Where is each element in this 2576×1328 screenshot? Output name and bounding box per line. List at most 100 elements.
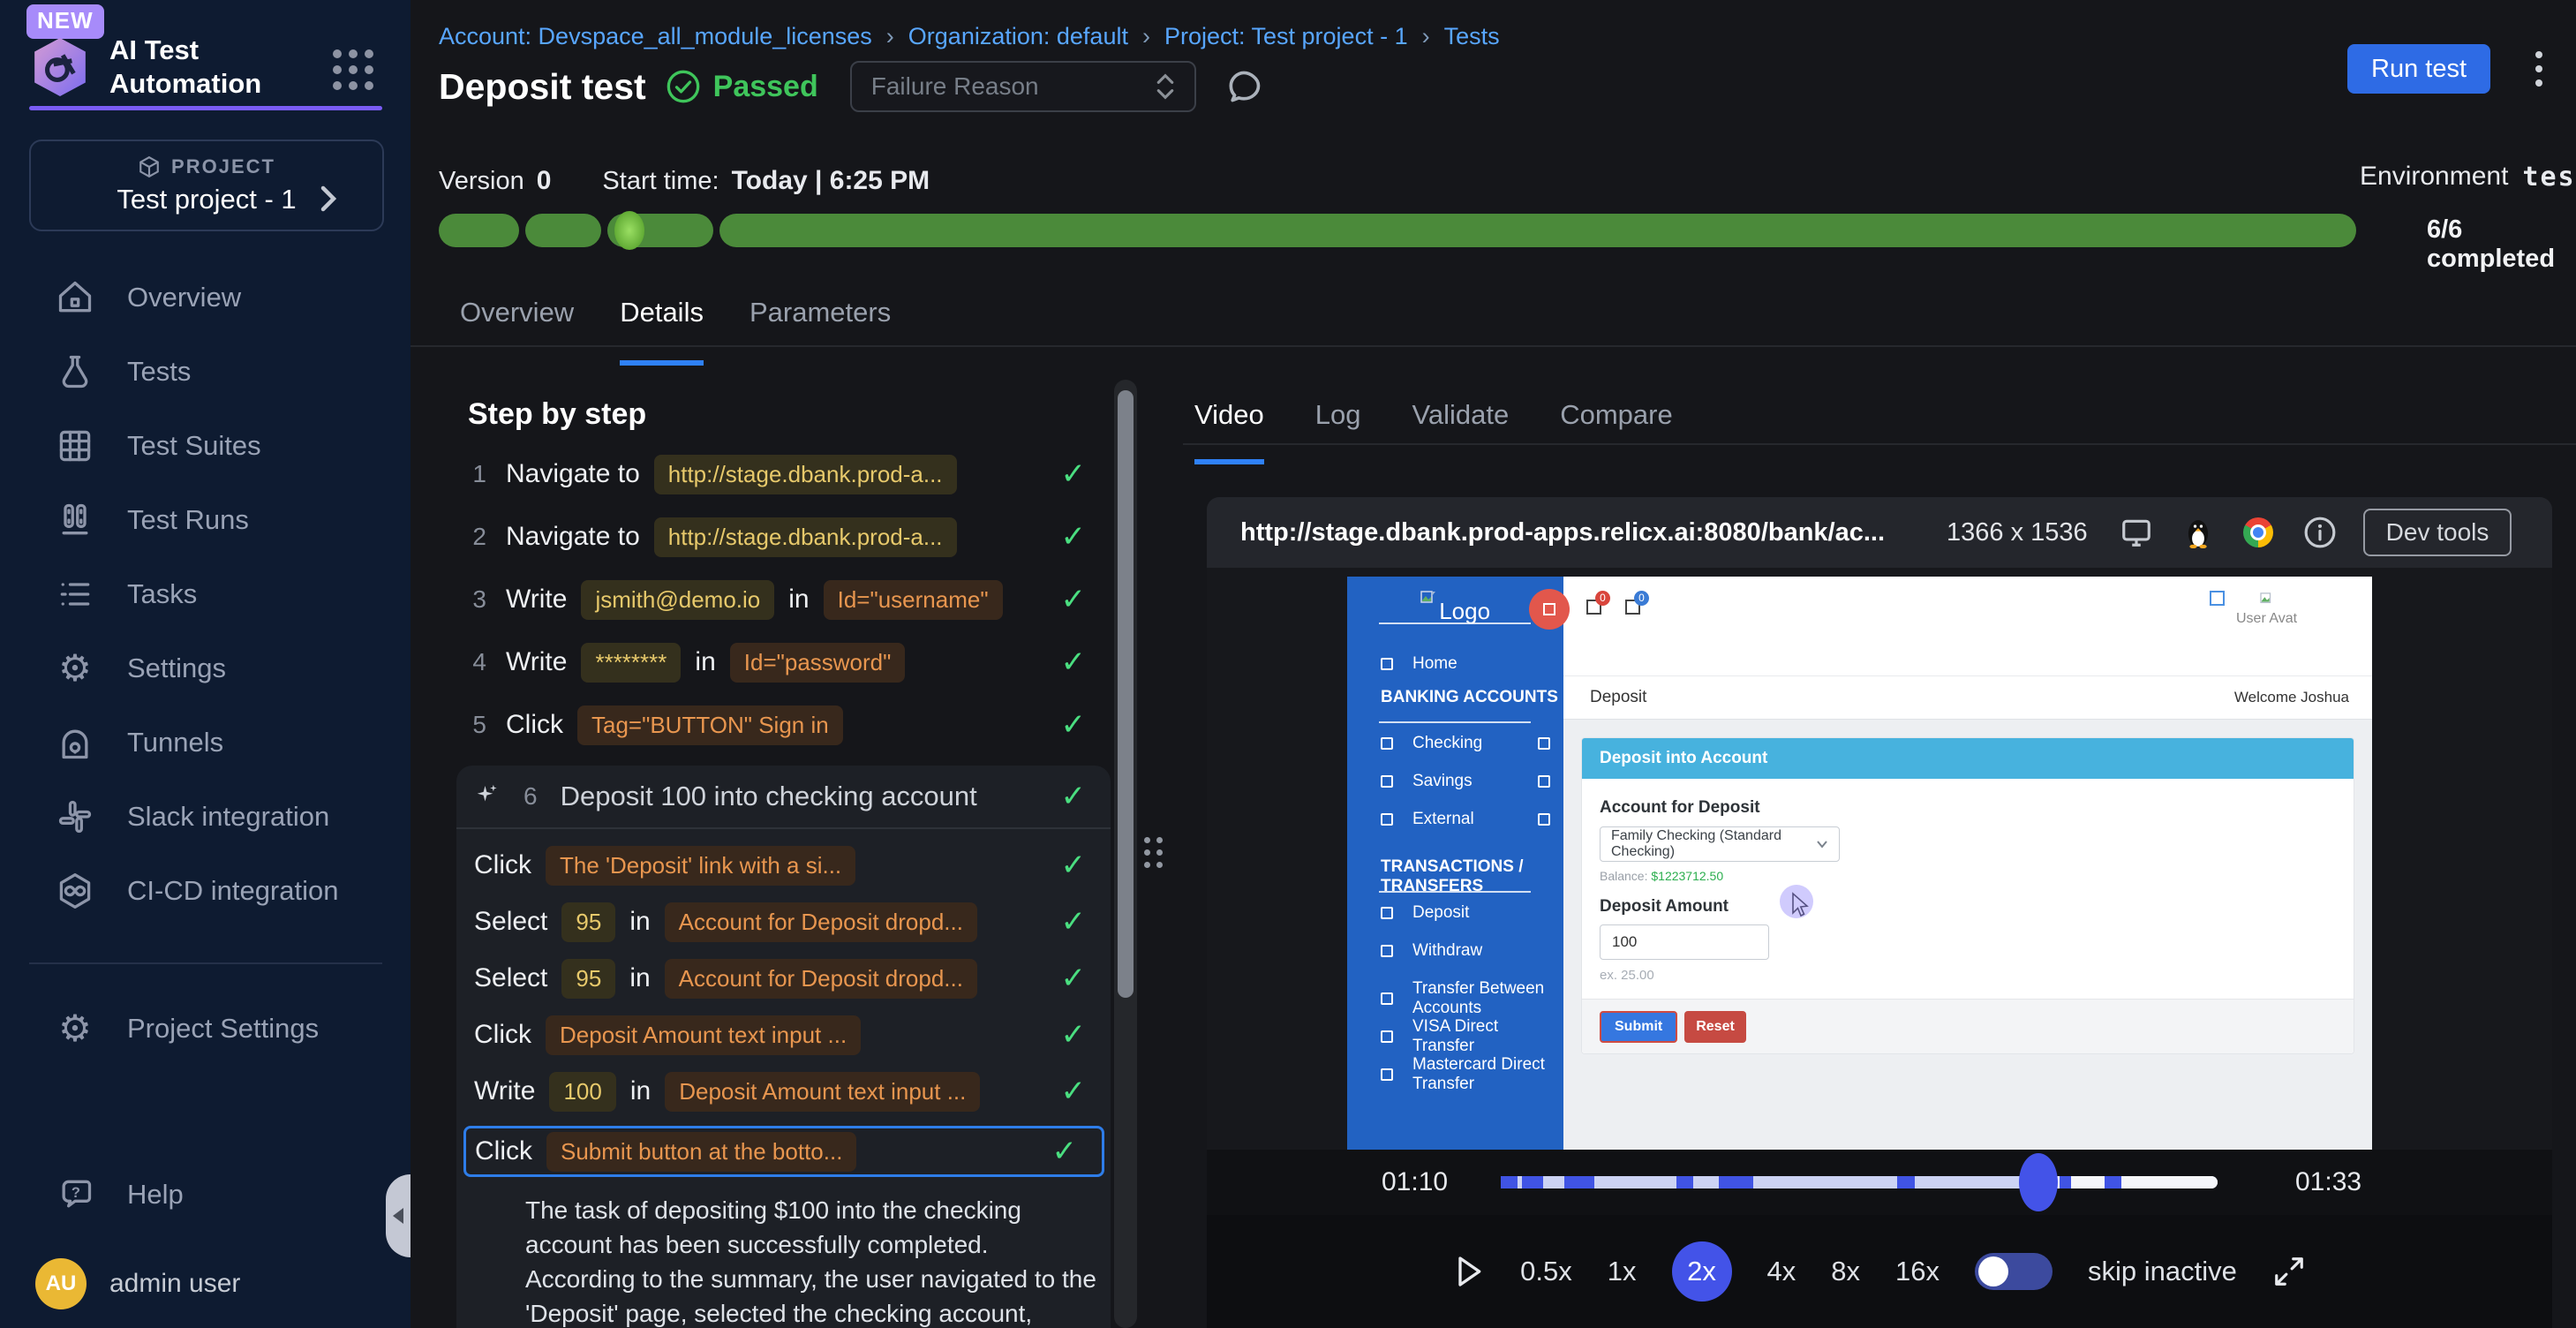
- panel-splitter-handle[interactable]: [1144, 837, 1163, 868]
- user-menu[interactable]: AU admin user: [35, 1258, 240, 1309]
- breadcrumb-link[interactable]: Organization: default: [908, 23, 1128, 50]
- step-row[interactable]: Select95inAccount for Deposit dropd...✓: [474, 900, 1111, 944]
- sidebar-item-slack-integration[interactable]: Slack integration: [0, 780, 411, 854]
- sidebar-item-overview[interactable]: Overview: [0, 260, 411, 335]
- speed-button-0.5x[interactable]: 0.5x: [1520, 1256, 1572, 1287]
- sidebar-item-help[interactable]: ?Help: [0, 1158, 411, 1232]
- speed-button-16x[interactable]: 16x: [1895, 1256, 1940, 1287]
- app-logo[interactable]: AI TestAutomation: [32, 34, 261, 101]
- submit-button[interactable]: Submit: [1600, 1011, 1677, 1043]
- failure-reason-select[interactable]: Failure Reason: [850, 61, 1196, 112]
- bank-sidebar-item-checking[interactable]: Checking: [1381, 734, 1482, 753]
- account-for-deposit-label: Account for Deposit: [1600, 798, 2336, 818]
- step-success-check-icon: ✓: [1061, 1074, 1087, 1109]
- progress-segment[interactable]: [439, 214, 519, 247]
- sidebar-collapse-handle[interactable]: [386, 1174, 411, 1257]
- timeline-event-marker[interactable]: [2105, 1176, 2121, 1188]
- tab-video[interactable]: Video: [1194, 399, 1264, 464]
- breadcrumb-link[interactable]: Account: Devspace_all_module_licenses: [439, 23, 872, 50]
- sidebar-item-settings[interactable]: ⚙Settings: [0, 631, 411, 706]
- bank-sidebar-item-transfer-between-accounts[interactable]: Transfer Between Accounts: [1381, 979, 1563, 1018]
- step-group-header[interactable]: 6 Deposit 100 into checking account ✓: [456, 766, 1111, 829]
- speed-button-2x[interactable]: 2x: [1672, 1241, 1732, 1302]
- timeline-event-marker[interactable]: [1719, 1176, 1753, 1188]
- step-row[interactable]: 4Write********inId="password"✓: [456, 640, 1111, 684]
- bank-sidebar-item-savings[interactable]: Savings: [1381, 772, 1473, 791]
- sidebar-item-test-suites[interactable]: Test Suites: [0, 409, 411, 483]
- bank-sidebar-item-external[interactable]: External: [1381, 810, 1474, 829]
- step-row[interactable]: Write100inDeposit Amount text input ...✓: [474, 1069, 1111, 1113]
- bank-sidebar-item-mastercard-direct-transfer[interactable]: Mastercard Direct Transfer: [1381, 1055, 1563, 1094]
- grid-icon: [55, 426, 95, 466]
- step-row[interactable]: 5ClickTag="BUTTON" Sign in✓: [456, 703, 1111, 747]
- step-success-check-icon: ✓: [1061, 848, 1087, 883]
- speed-button-8x[interactable]: 8x: [1831, 1256, 1860, 1287]
- timeline-event-marker[interactable]: [1501, 1176, 1518, 1188]
- app-grid-icon[interactable]: [333, 49, 373, 90]
- deposit-amount-input[interactable]: 100: [1600, 924, 1769, 960]
- step-row[interactable]: ClickDeposit Amount text input ...✓: [474, 1013, 1111, 1057]
- record-indicator-icon[interactable]: [1529, 589, 1570, 630]
- step-row[interactable]: 2Navigate tohttp://stage.dbank.prod-a...…: [456, 515, 1111, 559]
- step-row-selected[interactable]: ClickSubmit button at the botto...✓: [463, 1126, 1104, 1177]
- sidebar-item-label: CI-CD integration: [127, 875, 338, 907]
- bank-sidebar-item-visa-direct-transfer[interactable]: VISA Direct Transfer: [1381, 1017, 1563, 1056]
- sidebar-item-tests[interactable]: Tests: [0, 335, 411, 409]
- timeline-event-marker[interactable]: [1522, 1176, 1543, 1188]
- progress-segment[interactable]: [607, 214, 713, 247]
- tab-details[interactable]: Details: [620, 297, 704, 366]
- step-connector: in: [629, 963, 650, 993]
- tab-parameters[interactable]: Parameters: [749, 297, 891, 366]
- bank-sidebar-item-withdraw[interactable]: Withdraw: [1381, 941, 1482, 961]
- sidebar-item-ci-cd-integration[interactable]: CI-CD integration: [0, 854, 411, 928]
- fullscreen-icon[interactable]: [2272, 1255, 2306, 1288]
- breadcrumb-link[interactable]: Tests: [1444, 23, 1500, 50]
- dev-tools-button[interactable]: Dev tools: [2363, 509, 2512, 556]
- steps-scrollbar[interactable]: [1114, 380, 1137, 1328]
- step-row[interactable]: ClickThe 'Deposit' link with a si...✓: [474, 843, 1111, 887]
- project-selector[interactable]: PROJECT Test project - 1: [29, 140, 384, 231]
- timeline-event-marker[interactable]: [1897, 1176, 1914, 1188]
- sidebar-item-test-runs[interactable]: Test Runs: [0, 483, 411, 557]
- play-icon[interactable]: [1453, 1254, 1485, 1289]
- step-value-tag: 100: [549, 1072, 615, 1112]
- steps-list: 1Navigate tohttp://stage.dbank.prod-a...…: [456, 452, 1111, 1328]
- progress-bar: 6/6 completed: [439, 214, 2576, 249]
- timeline-thumb[interactable]: [2019, 1153, 2058, 1211]
- sidebar-item-project-settings[interactable]: ⚙Project Settings: [0, 992, 411, 1066]
- scrollbar-thumb[interactable]: [1118, 390, 1134, 998]
- tab-compare[interactable]: Compare: [1560, 399, 1673, 464]
- comment-bubble-icon[interactable]: [1224, 67, 1263, 106]
- progress-segment[interactable]: [719, 214, 2356, 247]
- step-row[interactable]: Select95inAccount for Deposit dropd...✓: [474, 956, 1111, 1000]
- tab-log[interactable]: Log: [1315, 399, 1361, 464]
- bank-sidebar-item-deposit[interactable]: Deposit: [1381, 903, 1469, 923]
- skip-inactive-toggle[interactable]: [1975, 1253, 2053, 1290]
- checkbox-icon: [1381, 775, 1393, 788]
- sidebar-item-tunnels[interactable]: Tunnels: [0, 706, 411, 780]
- step-target-tag: Deposit Amount text input ...: [546, 1015, 861, 1055]
- info-icon[interactable]: [2303, 516, 2337, 549]
- sidebar-item-label: Test Suites: [127, 430, 261, 462]
- video-tabs-divider: [1183, 443, 2576, 445]
- timeline-event-marker[interactable]: [1564, 1176, 1593, 1188]
- speed-button-4x[interactable]: 4x: [1767, 1256, 1796, 1287]
- account-for-deposit-select[interactable]: Family Checking (Standard Checking): [1600, 826, 1840, 862]
- timeline-track[interactable]: [1501, 1176, 2218, 1188]
- kebab-menu-icon[interactable]: [2535, 51, 2542, 87]
- step-row[interactable]: 3Writejsmith@demo.ioinId="username"✓: [456, 577, 1111, 622]
- speed-button-1x[interactable]: 1x: [1608, 1256, 1637, 1287]
- timeline-event-marker[interactable]: [2060, 1176, 2071, 1188]
- timeline-event-marker[interactable]: [1676, 1176, 1693, 1188]
- tab-validate[interactable]: Validate: [1412, 399, 1509, 464]
- sidebar-item-tasks[interactable]: Tasks: [0, 557, 411, 631]
- bank-sidebar-item-home[interactable]: Home: [1381, 654, 1457, 674]
- bank-top-checkbox[interactable]: [2210, 591, 2225, 606]
- breadcrumb-link[interactable]: Project: Test project - 1: [1164, 23, 1408, 50]
- step-row[interactable]: 1Navigate tohttp://stage.dbank.prod-a...…: [456, 452, 1111, 496]
- tab-overview[interactable]: Overview: [460, 297, 574, 366]
- run-test-button[interactable]: Run test: [2347, 44, 2490, 94]
- reset-button[interactable]: Reset: [1684, 1011, 1746, 1043]
- progress-segment[interactable]: [525, 214, 601, 247]
- step-value-tag: jsmith@demo.io: [581, 580, 774, 620]
